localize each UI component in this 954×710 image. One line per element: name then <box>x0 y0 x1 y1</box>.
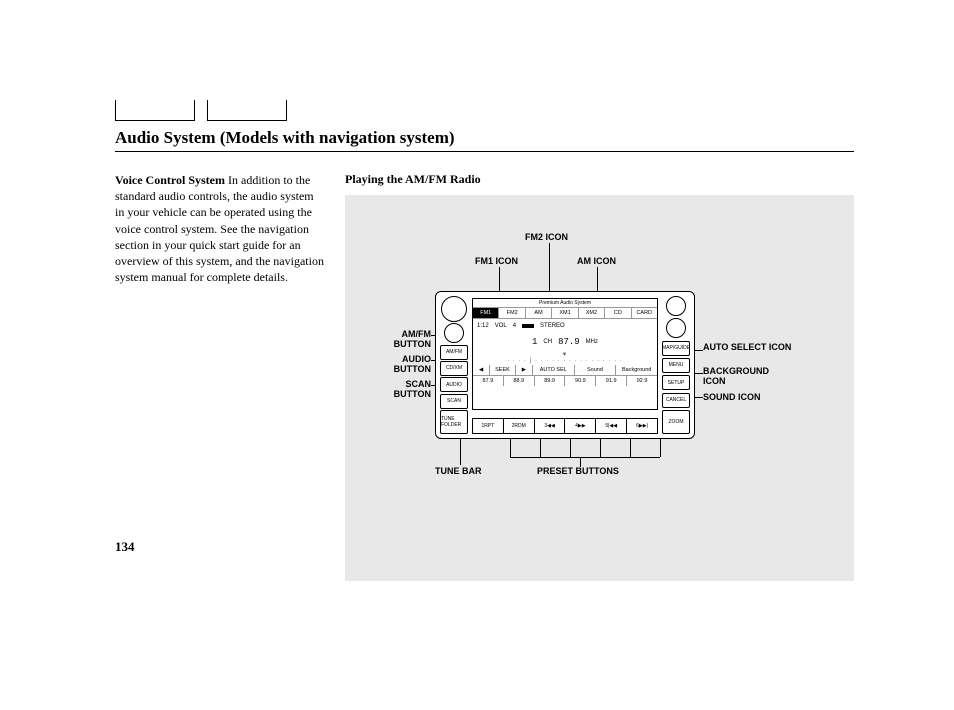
seek-label: SEEK <box>490 365 515 375</box>
volume-knob[interactable] <box>441 296 467 322</box>
menu-button[interactable]: MENU <box>662 358 690 373</box>
channel-number: 1 <box>532 337 537 347</box>
pointer-line <box>510 457 660 458</box>
right-column: Playing the AM/FM Radio FM2 ICON FM1 ICO… <box>345 172 854 581</box>
radio-screen: Premium Audio System FM1 FM2 AM XM1 XM2 … <box>472 298 658 410</box>
tune-scale[interactable]: ▼· · · · | · · · · · · · · · · · · · · ·… <box>473 351 657 365</box>
callout-am: AM ICON <box>577 257 616 267</box>
radio-figure: FM2 ICON FM1 ICON AM ICON AM/FM BUTTON A… <box>345 195 854 581</box>
mode-cd[interactable]: CD <box>605 308 631 318</box>
audio-hardware-button[interactable]: AUDIO <box>440 377 468 392</box>
callout-tune-bar: TUNE BAR <box>435 467 482 477</box>
pointer-line <box>660 437 661 457</box>
open-button[interactable] <box>444 323 464 343</box>
screen-header: Premium Audio System <box>473 299 657 308</box>
zoom-button[interactable]: ZOOM <box>662 410 690 434</box>
hw-preset-4[interactable]: 4▶▶ <box>565 419 596 433</box>
mode-am[interactable]: AM <box>526 308 552 318</box>
callout-audio-button: AUDIO BUTTON <box>375 355 431 375</box>
hw-preset-1[interactable]: 1RPT <box>473 419 504 433</box>
voice-control-heading: Voice Control System <box>115 173 225 187</box>
vol-value: 4 <box>513 323 516 329</box>
setup-button[interactable]: SETUP <box>662 375 690 390</box>
mode-row: FM1 FM2 AM XM1 XM2 CD CARD <box>473 308 657 319</box>
right-hardware-column: MAP/GUIDE MENU SETUP CANCEL ZOOM <box>661 296 691 434</box>
mode-fm2[interactable]: FM2 <box>499 308 525 318</box>
preset-2[interactable]: 88.9 <box>504 376 535 386</box>
pointer-line <box>540 437 541 457</box>
background-button[interactable]: Background <box>616 365 657 375</box>
stereo-indicator: STEREO <box>540 323 565 329</box>
mode-card[interactable]: CARD <box>632 308 657 318</box>
callout-background: BACKGROUND ICON <box>703 367 793 387</box>
pointer-line <box>510 437 511 457</box>
info-button[interactable] <box>666 318 686 338</box>
radio-unit: Premium Audio System FM1 FM2 AM XM1 XM2 … <box>435 291 695 439</box>
map-guide-button[interactable]: MAP/GUIDE <box>662 341 690 356</box>
tune-folder-button[interactable]: TUNE FOLDER <box>440 410 468 434</box>
preset-4[interactable]: 90.9 <box>565 376 596 386</box>
preset-1[interactable]: 87.9 <box>473 376 504 386</box>
preset-5[interactable]: 91.9 <box>596 376 627 386</box>
pointer-line <box>570 437 571 457</box>
callout-scan-button: SCAN BUTTON <box>375 380 431 400</box>
seek-down-icon[interactable]: ◀ <box>473 365 490 375</box>
preset-row: 87.9 88.9 89.9 90.9 91.9 92.9 <box>473 376 657 386</box>
frequency-unit: MHz <box>586 339 598 345</box>
scan-hardware-button[interactable]: SCAN <box>440 394 468 409</box>
callout-fm2: FM2 ICON <box>525 233 568 243</box>
callout-fm1: FM1 ICON <box>475 257 518 267</box>
page-number: 134 <box>115 539 135 555</box>
preset-6[interactable]: 92.9 <box>627 376 657 386</box>
pointer-line <box>460 437 461 465</box>
vol-bar-icon <box>522 324 534 328</box>
ent-button[interactable] <box>666 296 686 316</box>
callout-preset-buttons: PRESET BUTTONS <box>537 467 619 477</box>
pointer-line <box>600 437 601 457</box>
clock: 1:12 <box>477 323 489 329</box>
page-title: Audio System (Models with navigation sys… <box>115 128 854 152</box>
mode-xm1[interactable]: XM1 <box>552 308 578 318</box>
pointer-line <box>630 437 631 457</box>
hw-preset-5[interactable]: 5|◀◀ <box>596 419 627 433</box>
mode-xm2[interactable]: XM2 <box>579 308 605 318</box>
channel-label: CH <box>543 339 552 345</box>
amfm-hardware-button[interactable]: AM/FM <box>440 345 468 360</box>
voice-control-body: In addition to the standard audio contro… <box>115 173 324 284</box>
hw-preset-3[interactable]: 3◀◀ <box>535 419 566 433</box>
callout-sound: SOUND ICON <box>703 393 793 403</box>
mode-fm1[interactable]: FM1 <box>473 308 499 318</box>
auto-sel-button[interactable]: AUTO SEL <box>533 365 575 375</box>
sound-button[interactable]: Sound <box>575 365 617 375</box>
callout-amfm-button: AM/FM BUTTON <box>375 330 431 350</box>
status-row-2: 1 CH 87.9 MHz <box>473 333 657 351</box>
header-tabs <box>115 100 854 126</box>
playing-radio-heading: Playing the AM/FM Radio <box>345 172 854 187</box>
cdxm-hardware-button[interactable]: CD/XM <box>440 361 468 376</box>
frequency: 87.9 <box>558 337 580 347</box>
pointer-line <box>580 457 581 467</box>
hw-preset-6[interactable]: 6▶▶| <box>627 419 657 433</box>
softkey-row: ◀ SEEK ▶ AUTO SEL Sound Background <box>473 365 657 376</box>
tab-blank-2 <box>207 100 287 121</box>
left-column: Voice Control System In addition to the … <box>115 172 325 581</box>
hw-preset-2[interactable]: 2RDM <box>504 419 535 433</box>
preset-hardware-bar: 1RPT 2RDM 3◀◀ 4▶▶ 5|◀◀ 6▶▶| <box>472 418 658 434</box>
callout-auto-select: AUTO SELECT ICON <box>703 343 793 353</box>
cancel-button[interactable]: CANCEL <box>662 393 690 408</box>
tab-blank-1 <box>115 100 195 121</box>
left-hardware-column: AM/FM CD/XM AUDIO SCAN TUNE FOLDER <box>439 296 469 434</box>
status-row-1: 1:12 VOL 4 STEREO <box>473 319 657 333</box>
seek-up-icon[interactable]: ▶ <box>516 365 533 375</box>
vol-label: VOL <box>495 323 507 329</box>
preset-3[interactable]: 89.9 <box>535 376 566 386</box>
